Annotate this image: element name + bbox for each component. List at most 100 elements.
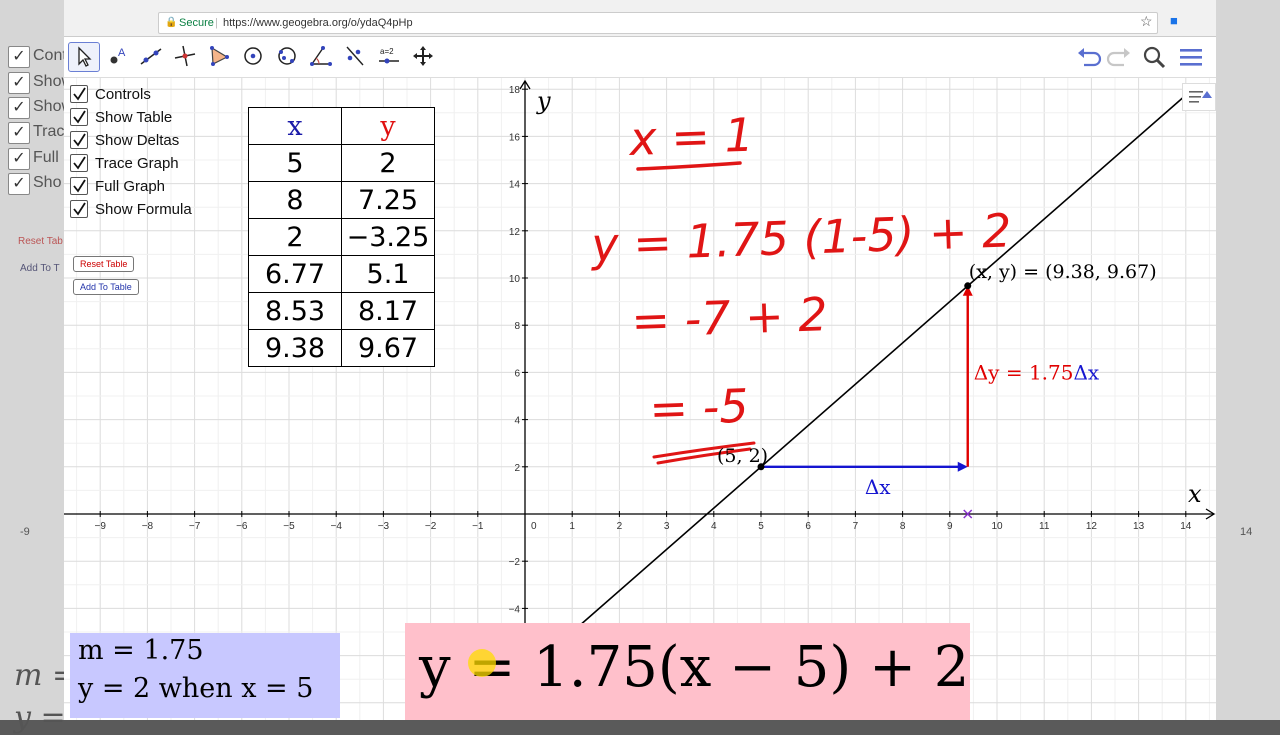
table-row: 8 7.25 xyxy=(248,181,435,219)
url-text[interactable]: https://www.geogebra.org/o/ydaQ4pHp xyxy=(223,13,413,33)
ghost-button: Reset Tab xyxy=(18,236,63,247)
move-graphics-view-tool-button[interactable] xyxy=(408,42,440,72)
ghost-label: Full xyxy=(33,149,59,166)
x-tick-label: 4 xyxy=(711,521,717,532)
reflect-icon xyxy=(346,46,364,66)
style-bar-icon xyxy=(1189,91,1212,103)
table-cell-y: 7.25 xyxy=(341,181,435,219)
table-row: 6.77 5.1 xyxy=(248,255,435,293)
table-cell-y: 9.67 xyxy=(341,329,435,367)
x-tick-label: 0 xyxy=(531,521,537,532)
checkbox-label: Show Table xyxy=(95,109,173,126)
checkbox[interactable] xyxy=(70,154,88,172)
delta-x-arrowhead xyxy=(957,461,968,472)
table-cell-y: 5.1 xyxy=(341,255,435,293)
checkbox[interactable] xyxy=(70,108,88,126)
reflect-tool-button[interactable] xyxy=(340,42,372,72)
bookmark-star-icon[interactable]: ☆ xyxy=(1140,13,1153,30)
handwritten-notes: x = 1 y = 1.75 (1-5) + 2 = -7 + 2 = -5 xyxy=(589,108,1013,465)
formula-text: y = 1.75(x − 5) + 2 xyxy=(419,635,970,700)
slider-tool-button[interactable]: a=2 xyxy=(374,42,406,72)
y-axis-label: y xyxy=(536,87,551,115)
x-tick-label: 13 xyxy=(1133,521,1145,532)
perpendicular-icon xyxy=(174,45,196,67)
ghost-button: Add To T xyxy=(20,263,60,274)
delta-y-label: Δy = 1.75Δx xyxy=(974,360,1100,384)
checkbox-label: Full Graph xyxy=(95,178,166,195)
circle-tool-button[interactable] xyxy=(238,42,270,72)
style-bar-toggle-button[interactable] xyxy=(1182,83,1216,111)
y-tick-label: 12 xyxy=(509,227,521,238)
x-tick-label: 2 xyxy=(617,521,623,532)
table-cell-x: 5 xyxy=(248,144,342,182)
search-icon[interactable] xyxy=(1142,45,1168,74)
extension-icon[interactable]: ■ xyxy=(1170,13,1178,28)
handwritten-line: = -5 xyxy=(648,379,749,436)
table-cell-x: 2 xyxy=(248,218,342,256)
reset-table-button[interactable]: Reset Table xyxy=(73,256,135,272)
checkbox[interactable] xyxy=(70,177,88,195)
geogebra-app: −9 −8 −7 −6 −5 −4 −3 −2 −1 0 1 2 3 4 5 6 7 8 9 10 11 12 13 14 −4… xyxy=(64,37,1216,720)
delta-x-label: Δx xyxy=(865,475,891,499)
checkbox[interactable] xyxy=(70,85,88,103)
table-row: 9.38 9.67 xyxy=(248,329,435,367)
undo-icon[interactable] xyxy=(1076,45,1102,74)
y-tick-label: 16 xyxy=(509,132,521,143)
x-tick-label: −2 xyxy=(425,521,437,532)
circle-three-points-tool-button[interactable] xyxy=(272,42,304,72)
y-tick-label: 14 xyxy=(509,180,521,191)
x-tick-label: 7 xyxy=(853,521,859,532)
pointer-icon xyxy=(78,46,92,67)
tool-bar: A a=2 xyxy=(64,37,1216,78)
table-cell-y: 8.17 xyxy=(341,292,435,330)
x-tick-label: 5 xyxy=(758,521,764,532)
point-b-label: (x, y) = (9.38, 9.67) xyxy=(969,261,1157,283)
y-tick-label: −4 xyxy=(509,604,521,615)
line-tool-button[interactable] xyxy=(136,42,168,72)
checkbox[interactable] xyxy=(70,200,88,218)
x-tick-label: 11 xyxy=(1039,521,1050,532)
slider-icon: a=2 xyxy=(379,47,399,64)
y-tick-label: 4 xyxy=(514,416,520,427)
x-tick-label: −4 xyxy=(330,521,342,532)
table-cell-x: 6.77 xyxy=(248,255,342,293)
handwritten-line: y = 1.75 (1-5) + 2 xyxy=(589,203,1013,272)
move-arrows-icon xyxy=(413,46,433,66)
address-bar[interactable]: 🔒 Secure | https://www.geogebra.org/o/yd… xyxy=(158,12,1158,34)
xy-table: x y 52 8 7.25 2 −3.25 6.77 5.1 8.53 8.17 9.3… xyxy=(248,107,435,367)
table-header-x: x xyxy=(248,107,342,145)
x-tick-label: 8 xyxy=(900,521,906,532)
check-icon xyxy=(73,202,86,216)
point-a-label: (5, 2) xyxy=(717,445,768,467)
check-icon xyxy=(73,179,86,193)
x-tick-label: −9 xyxy=(94,521,106,532)
checkbox[interactable] xyxy=(70,131,88,149)
checkbox-label: Show Formula xyxy=(95,201,192,218)
polygon-icon xyxy=(210,46,229,66)
x-tick-label: 12 xyxy=(1086,521,1098,532)
x-tick-label: 14 xyxy=(1180,521,1192,532)
angle-tool-button[interactable] xyxy=(306,42,338,72)
background-right-edge xyxy=(1216,0,1280,720)
slope-text: m = 1.75 xyxy=(78,635,204,666)
perpendicular-tool-button[interactable] xyxy=(170,42,202,72)
x-tick-label: 6 xyxy=(805,521,811,532)
address-divider: | xyxy=(215,17,218,29)
y-tick-label: 8 xyxy=(514,321,520,332)
redo-icon[interactable] xyxy=(1106,45,1132,74)
handwritten-line: x = 1 xyxy=(627,108,755,166)
x-tick-label: 10 xyxy=(991,521,1003,532)
add-to-table-button[interactable]: Add To Table xyxy=(73,279,139,295)
point-tool-button[interactable]: A xyxy=(102,42,134,72)
x-tick-label: −3 xyxy=(378,521,390,532)
polygon-tool-button[interactable] xyxy=(204,42,236,72)
circle-icon xyxy=(244,47,262,65)
check-icon xyxy=(73,156,86,170)
graph-objects: (5, 2) (x, y) = (9.38, 9.67) Δx Δy = 1.75Δx xyxy=(576,94,1187,629)
table-cell-x: 9.38 xyxy=(248,329,342,367)
move-tool-button[interactable] xyxy=(68,42,100,72)
menu-icon[interactable] xyxy=(1178,45,1204,74)
cursor-highlight xyxy=(468,649,496,677)
x-tick-label: −1 xyxy=(472,521,484,532)
check-icon xyxy=(73,133,86,147)
